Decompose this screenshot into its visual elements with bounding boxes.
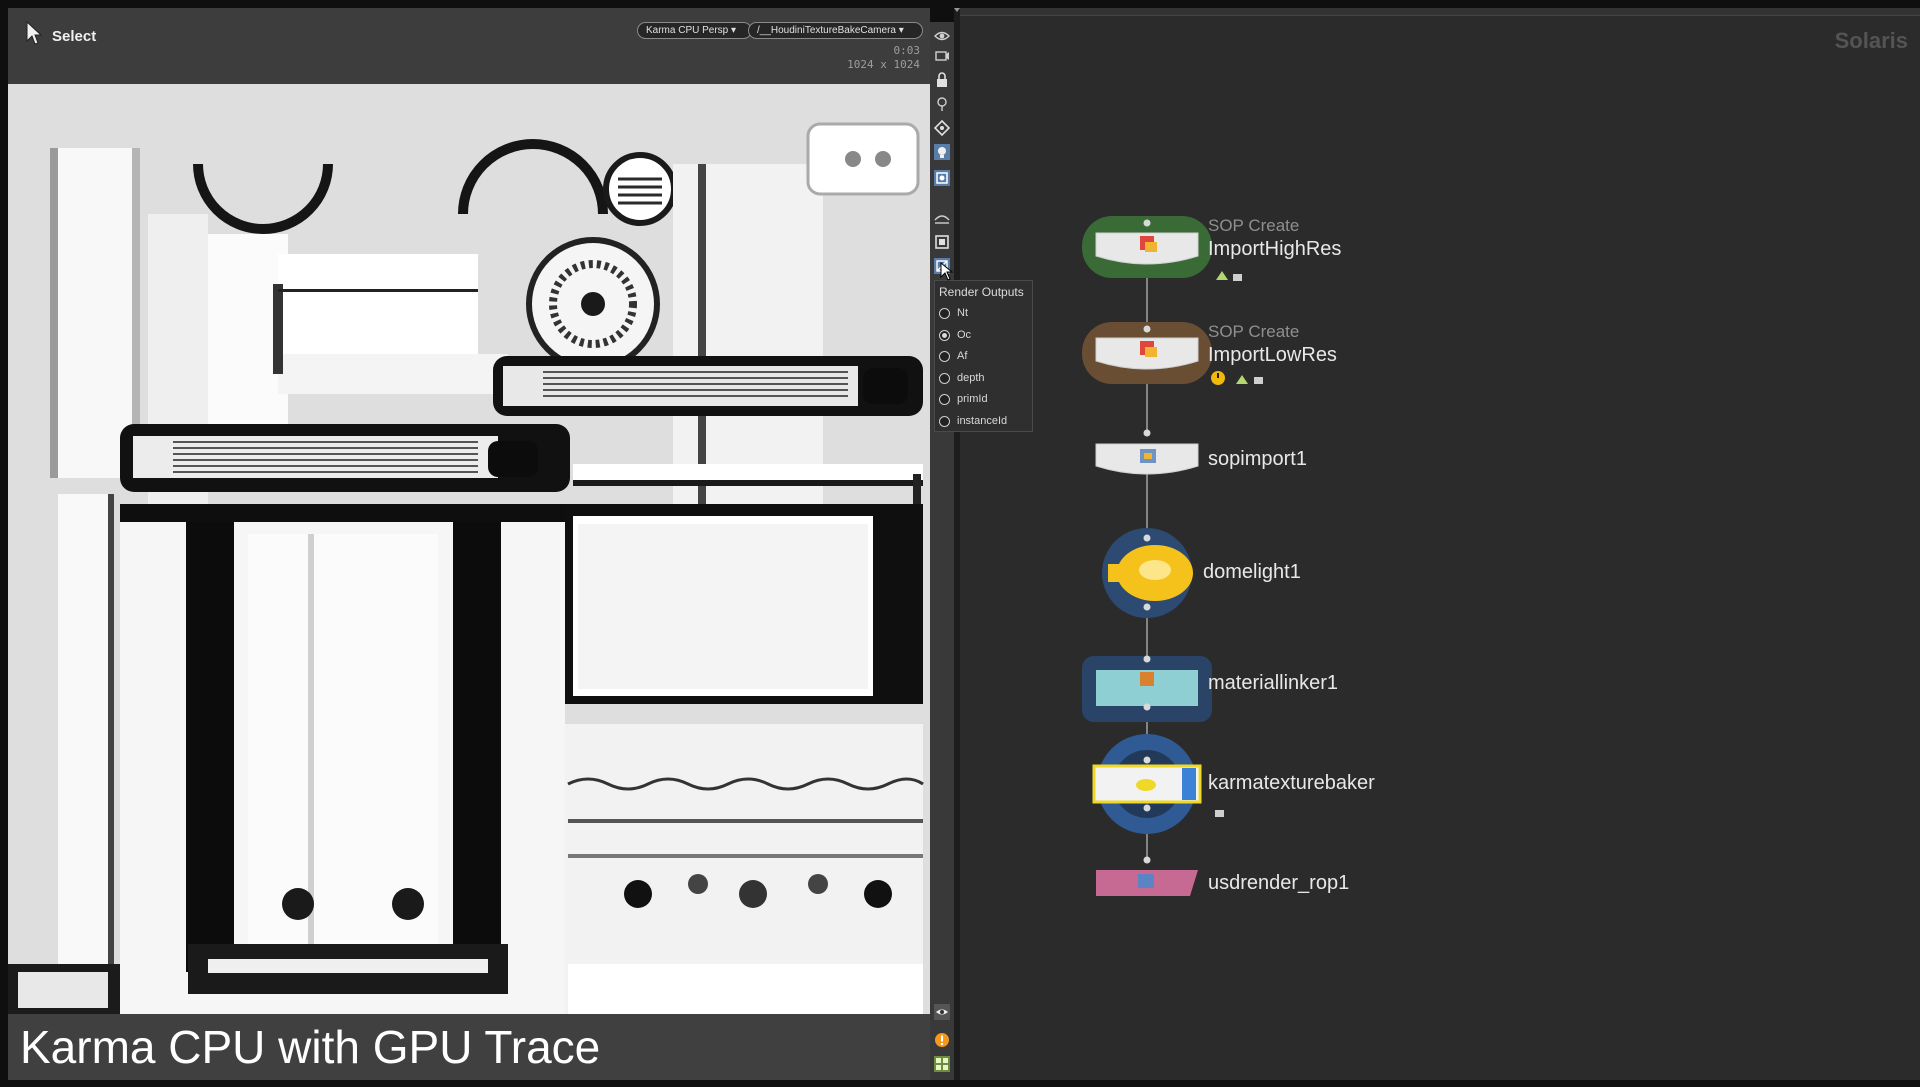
- node-materiallinker1[interactable]: [1082, 656, 1212, 722]
- render-outputs-menu: Render Outputs Nt Oc Af depth primId ins…: [934, 280, 1033, 432]
- node-name-label: usdrender_rop1: [1208, 872, 1350, 894]
- display-options-icon[interactable]: [934, 210, 950, 226]
- network-editor[interactable]: Solaris SOP Create ImportHighRes SOP Cre…: [960, 8, 1920, 1080]
- radio-icon[interactable]: [939, 372, 950, 384]
- render-icon[interactable]: [934, 170, 950, 186]
- render-output-nt[interactable]: Nt: [939, 305, 968, 321]
- scene-viewport[interactable]: Select Karma CPU Persp ▾ /__HoudiniTextu…: [8, 8, 930, 1080]
- node-sopimport1[interactable]: [1095, 443, 1199, 475]
- render-output-primid[interactable]: primId: [939, 391, 988, 407]
- renderer-label: Karma CPU Persp: [646, 25, 729, 36]
- render-output-instanceid[interactable]: instanceId: [939, 413, 1007, 429]
- pin-icon[interactable]: [934, 96, 950, 112]
- radio-icon[interactable]: [939, 307, 950, 319]
- snapshot-icon[interactable]: [934, 120, 950, 136]
- camera-label: /__HoudiniTextureBakeCamera: [757, 25, 896, 36]
- caption-bar: Karma CPU with GPU Trace: [8, 1014, 930, 1080]
- node-name-label: karmatexturebaker: [1208, 772, 1375, 794]
- node-graph: [1082, 216, 1263, 896]
- eye-icon[interactable]: [934, 28, 950, 44]
- warning-icon[interactable]: [934, 1032, 950, 1048]
- frame-icon[interactable]: [934, 234, 950, 250]
- tool-label: Select: [52, 28, 97, 45]
- render-outputs-title: Render Outputs: [939, 285, 1024, 299]
- renderer-menu[interactable]: Karma CPU Persp ▾: [637, 22, 752, 39]
- node-name-label: ImportHighRes: [1208, 238, 1342, 260]
- camera-menu[interactable]: /__HoudiniTextureBakeCamera ▾: [748, 22, 923, 39]
- radio-icon[interactable]: [939, 350, 950, 362]
- viewport-toolbar: Select Karma CPU Persp ▾ /__HoudiniTextu…: [8, 8, 930, 84]
- node-name-label: domelight1: [1203, 561, 1301, 583]
- render-output-label: Oc: [957, 329, 972, 341]
- render-output-oc[interactable]: Oc: [939, 327, 971, 343]
- node-type-label: SOP Create: [1208, 322, 1300, 341]
- node-name-label: materiallinker1: [1208, 672, 1339, 694]
- node-name-label: sopimport1: [1208, 448, 1307, 470]
- node-name-label: ImportLowRes: [1208, 344, 1337, 366]
- render-time: 0:03: [893, 44, 921, 57]
- render-output-label: primId: [957, 393, 988, 405]
- video-caption: Karma CPU with GPU Trace: [20, 1021, 601, 1073]
- grid-icon[interactable]: [934, 1056, 950, 1072]
- radio-icon[interactable]: [939, 393, 950, 405]
- camera-icon[interactable]: [934, 48, 950, 64]
- radio-icon[interactable]: [939, 415, 950, 427]
- render-output-label: Nt: [957, 307, 968, 319]
- visibility-icon[interactable]: [934, 1004, 950, 1020]
- mouse-cursor-icon: [940, 262, 954, 281]
- render-output-label: depth: [957, 372, 985, 384]
- light-icon[interactable]: [934, 144, 950, 160]
- render-output-label: instanceId: [957, 415, 1008, 427]
- node-karmatexturebaker[interactable]: [1092, 734, 1202, 834]
- select-arrow-icon[interactable]: [24, 20, 44, 46]
- radio-selected-icon[interactable]: [939, 329, 950, 341]
- render-output-af[interactable]: Af: [939, 348, 967, 364]
- render-resolution: 1024 x 1024: [847, 58, 920, 71]
- lock-icon[interactable]: [934, 72, 950, 88]
- node-type-label: SOP Create: [1208, 216, 1300, 235]
- baked-texture-image: [8, 84, 930, 1014]
- node-usdrender_rop1[interactable]: [1096, 870, 1198, 896]
- render-output-depth[interactable]: depth: [939, 370, 985, 386]
- render-output-label: Af: [957, 350, 968, 362]
- viewport-side-toolbar: [930, 22, 954, 1080]
